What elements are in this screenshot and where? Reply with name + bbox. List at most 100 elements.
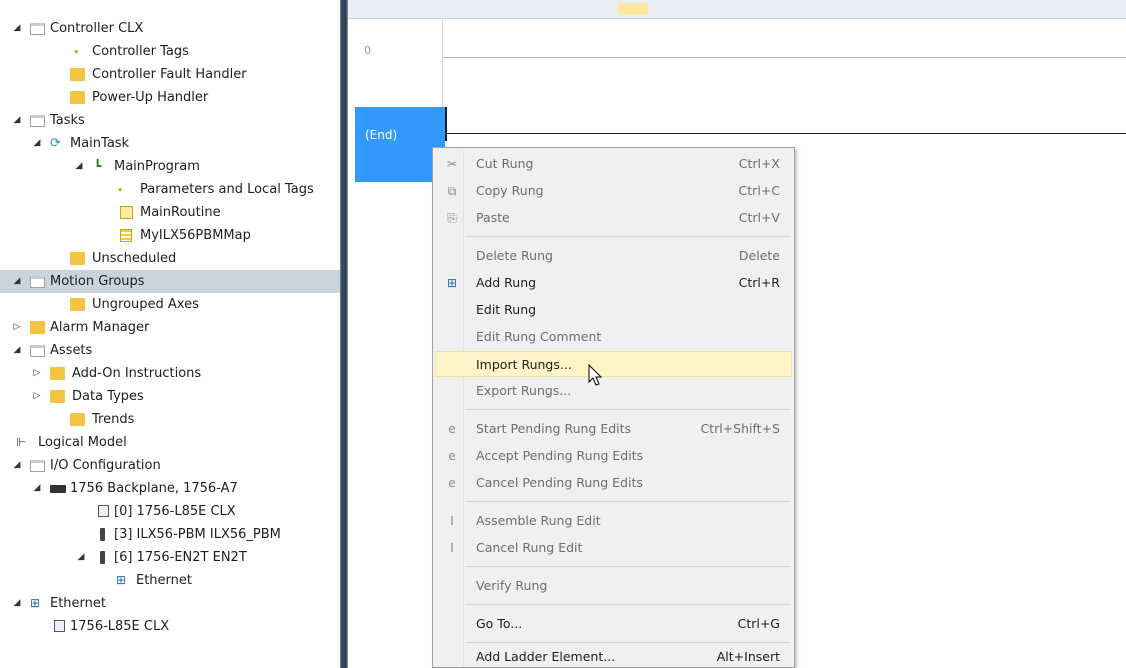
start-edits-icon: e: [448, 422, 456, 436]
expand-toggle-icon[interactable]: ◢: [12, 592, 22, 615]
expand-toggle-icon[interactable]: ◢: [12, 17, 22, 40]
tree-item-parameters-local-tags[interactable]: ⬩ Parameters and Local Tags: [0, 178, 340, 201]
menu-item-cut-rung[interactable]: ✂ Cut Rung Ctrl+X: [435, 151, 792, 177]
tree-item-module-l85e[interactable]: [0] 1756-L85E CLX: [0, 500, 340, 523]
cut-icon: ✂: [446, 157, 458, 171]
rung-number: 0: [364, 44, 371, 57]
expand-toggle-icon[interactable]: ◢: [76, 546, 86, 569]
tree-item-module-en2t[interactable]: ◢ [6] 1756-EN2T EN2T: [0, 546, 340, 569]
tree-item-motion-groups[interactable]: ◢ Motion Groups: [0, 270, 340, 293]
expand-toggle-icon[interactable]: ◢: [74, 155, 84, 178]
map-routine-icon: [120, 229, 132, 242]
tree-item-data-types[interactable]: ▷ Data Types: [0, 385, 340, 408]
tree-item-power-up-handler[interactable]: Power-Up Handler: [0, 86, 340, 109]
menu-item-cancel-pending-edits[interactable]: e Cancel Pending Rung Edits: [435, 470, 792, 496]
tree-label: Data Types: [72, 389, 144, 404]
menu-item-paste[interactable]: ⎘ Paste Ctrl+V: [435, 205, 792, 231]
folder-icon: [50, 390, 65, 403]
network-icon: ⊞: [116, 573, 127, 587]
tree-item-logical-model[interactable]: ⊩ Logical Model: [0, 431, 340, 454]
menu-item-delete-rung[interactable]: Delete Rung Delete: [435, 243, 792, 269]
backplane-icon: [50, 485, 66, 493]
tree-item-controller[interactable]: ◢ Controller CLX: [0, 17, 340, 40]
menu-separator: [466, 501, 790, 502]
expand-toggle-icon[interactable]: ◢: [32, 477, 42, 500]
menu-item-verify-rung[interactable]: Verify Rung: [435, 573, 792, 599]
menu-item-start-pending-edits[interactable]: e Start Pending Rung Edits Ctrl+Shift+S: [435, 416, 792, 442]
menu-item-edit-rung[interactable]: Edit Rung: [435, 297, 792, 323]
controller-module-icon: [98, 505, 109, 517]
tree-item-assets[interactable]: ◢ Assets: [0, 339, 340, 362]
routine-icon: [120, 206, 133, 219]
tree-item-trends[interactable]: Trends: [0, 408, 340, 431]
menu-item-import-rungs[interactable]: Import Rungs...: [435, 351, 792, 377]
end-rung-line[interactable]: [447, 133, 1126, 134]
network-icon: ⊞: [30, 596, 41, 610]
menu-label: Cancel Pending Rung Edits: [476, 475, 643, 490]
tree-label: MyILX56PBMMap: [140, 228, 251, 243]
tree-label: Alarm Manager: [50, 320, 150, 335]
menu-item-go-to[interactable]: Go To... Ctrl+G: [435, 611, 792, 637]
expand-toggle-icon[interactable]: ◢: [12, 454, 22, 477]
tree-item-main-routine[interactable]: MainRoutine: [0, 201, 340, 224]
menu-item-cancel-rung-edit[interactable]: I Cancel Rung Edit: [435, 535, 792, 561]
ladder-toolbar-strip: [348, 0, 1126, 19]
menu-separator: [466, 604, 790, 605]
tree-label: [3] ILX56-PBM ILX56_PBM: [114, 527, 281, 542]
tree-item-map-routine[interactable]: MyILX56PBMMap: [0, 224, 340, 247]
menu-separator: [466, 236, 790, 237]
expand-toggle-icon[interactable]: ◢: [12, 339, 22, 362]
tree-item-ungrouped-axes[interactable]: Ungrouped Axes: [0, 293, 340, 316]
tree-item-add-on-instructions[interactable]: ▷ Add-On Instructions: [0, 362, 340, 385]
menu-item-edit-rung-comment[interactable]: Edit Rung Comment: [435, 324, 792, 350]
menu-shortcut: Ctrl+C: [738, 183, 780, 198]
tree-item-controller-tags[interactable]: ⬩ Controller Tags: [0, 40, 340, 63]
menu-shortcut: Ctrl+G: [737, 616, 780, 631]
tree-label: Tasks: [50, 113, 85, 128]
menu-label: Go To...: [476, 616, 523, 631]
tree-item-main-task[interactable]: ◢ ⟳ MainTask: [0, 132, 340, 155]
tree-label: Parameters and Local Tags: [140, 182, 314, 197]
power-rail: [445, 107, 447, 141]
tree-item-controller-fault-handler[interactable]: Controller Fault Handler: [0, 63, 340, 86]
menu-label: Export Rungs...: [476, 383, 572, 398]
menu-separator: [466, 409, 790, 410]
expand-toggle-icon[interactable]: ▷: [12, 316, 22, 339]
tree-item-backplane[interactable]: ◢ 1756 Backplane, 1756-A7: [0, 477, 340, 500]
menu-item-add-rung[interactable]: ⊞ Add Rung Ctrl+R: [435, 270, 792, 296]
expand-toggle-icon[interactable]: ▷: [32, 362, 42, 385]
tree-item-ethernet-l85e[interactable]: 1756-L85E CLX: [0, 615, 340, 638]
open-folder-icon: [30, 23, 45, 35]
menu-label: Import Rungs...: [476, 357, 572, 372]
controller-module-icon: [54, 620, 65, 632]
tree-item-en2t-ethernet[interactable]: ⊞ Ethernet: [0, 569, 340, 592]
tree-item-main-program[interactable]: ◢ ┗ MainProgram: [0, 155, 340, 178]
tree-label: Add-On Instructions: [72, 366, 202, 381]
menu-label: Verify Rung: [476, 578, 548, 593]
tree-item-io-configuration[interactable]: ◢ I/O Configuration: [0, 454, 340, 477]
expand-toggle-icon[interactable]: ◢: [12, 109, 22, 132]
tree-label: Logical Model: [38, 435, 127, 450]
menu-item-add-ladder-element[interactable]: Add Ladder Element... Alt+Insert: [435, 646, 792, 668]
expand-toggle-icon[interactable]: ◢: [32, 132, 42, 155]
rung-0-line[interactable]: [442, 57, 1126, 58]
io-module-icon: [100, 551, 105, 564]
tree-label: I/O Configuration: [50, 458, 161, 473]
expand-toggle-icon[interactable]: ▷: [32, 385, 42, 408]
open-folder-icon: [30, 115, 45, 127]
menu-item-assemble-rung-edit[interactable]: I Assemble Rung Edit: [435, 508, 792, 534]
tree-label: MainTask: [70, 136, 130, 151]
menu-item-export-rungs[interactable]: Export Rungs...: [435, 378, 792, 404]
menu-item-accept-pending-edits[interactable]: e Accept Pending Rung Edits: [435, 443, 792, 469]
paste-icon: ⎘: [447, 211, 457, 225]
tree-item-alarm-manager[interactable]: ▷ Alarm Manager: [0, 316, 340, 339]
menu-label: Assemble Rung Edit: [476, 513, 601, 528]
tree-item-module-ilx56[interactable]: [3] ILX56-PBM ILX56_PBM: [0, 523, 340, 546]
pane-splitter[interactable]: [340, 0, 348, 668]
menu-item-copy-rung[interactable]: ⧉ Copy Rung Ctrl+C: [435, 178, 792, 204]
tree-item-unscheduled[interactable]: Unscheduled: [0, 247, 340, 270]
expand-toggle-icon[interactable]: ◢: [12, 270, 22, 293]
tree-item-ethernet[interactable]: ◢ ⊞ Ethernet: [0, 592, 340, 615]
tree-item-tasks[interactable]: ◢ Tasks: [0, 109, 340, 132]
io-module-icon: [100, 528, 105, 541]
